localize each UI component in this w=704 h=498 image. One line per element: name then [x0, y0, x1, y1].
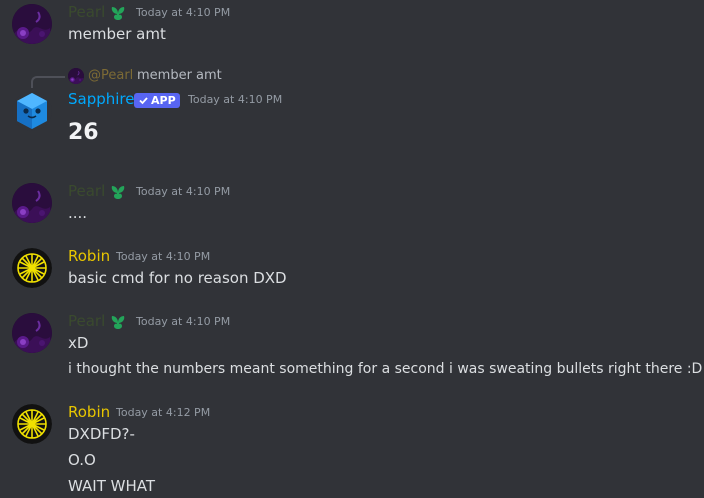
reply-spine: [31, 76, 65, 88]
message-text: member amt: [68, 25, 166, 43]
badge-label: APP: [151, 94, 176, 107]
username-sapphire[interactable]: Sapphire: [68, 90, 135, 108]
app-badge: APP: [134, 93, 180, 108]
message-text: O.O: [68, 451, 96, 469]
reply-mention[interactable]: @Pearl: [88, 68, 133, 83]
username-robin[interactable]: Robin: [68, 247, 110, 265]
username-pearl[interactable]: Pearl: [68, 182, 105, 200]
robin-avatar[interactable]: [12, 404, 52, 444]
pearl-avatar[interactable]: [12, 183, 52, 223]
timestamp: Today at 4:10 PM: [116, 250, 211, 263]
plant-icon[interactable]: [109, 183, 127, 201]
message-text: DXDFD?-: [68, 425, 135, 443]
pearl-avatar[interactable]: [12, 4, 52, 44]
sapphire-avatar[interactable]: [12, 91, 52, 131]
timestamp: Today at 4:10 PM: [136, 315, 231, 328]
reply-preview[interactable]: member amt: [137, 68, 222, 83]
timestamp: Today at 4:12 PM: [116, 406, 211, 419]
username-pearl[interactable]: Pearl: [68, 312, 105, 330]
timestamp: Today at 4:10 PM: [136, 185, 231, 198]
message-text: ....: [68, 204, 88, 222]
reply-avatar[interactable]: [68, 68, 84, 84]
pearl-avatar[interactable]: [12, 313, 52, 353]
timestamp: Today at 4:10 PM: [188, 93, 283, 106]
message-text: 26: [68, 120, 99, 145]
message-text: i thought the numbers meant something fo…: [68, 361, 703, 377]
message-text: WAIT WHAT: [68, 477, 155, 495]
robin-avatar[interactable]: [12, 248, 52, 288]
timestamp: Today at 4:10 PM: [136, 6, 231, 19]
plant-icon[interactable]: [109, 313, 127, 331]
checkmark-icon: [139, 97, 148, 105]
message-text: basic cmd for no reason DXD: [68, 269, 287, 287]
message-text: xD: [68, 334, 89, 352]
plant-icon[interactable]: [109, 4, 127, 22]
username-pearl[interactable]: Pearl: [68, 3, 105, 21]
username-robin[interactable]: Robin: [68, 403, 110, 421]
